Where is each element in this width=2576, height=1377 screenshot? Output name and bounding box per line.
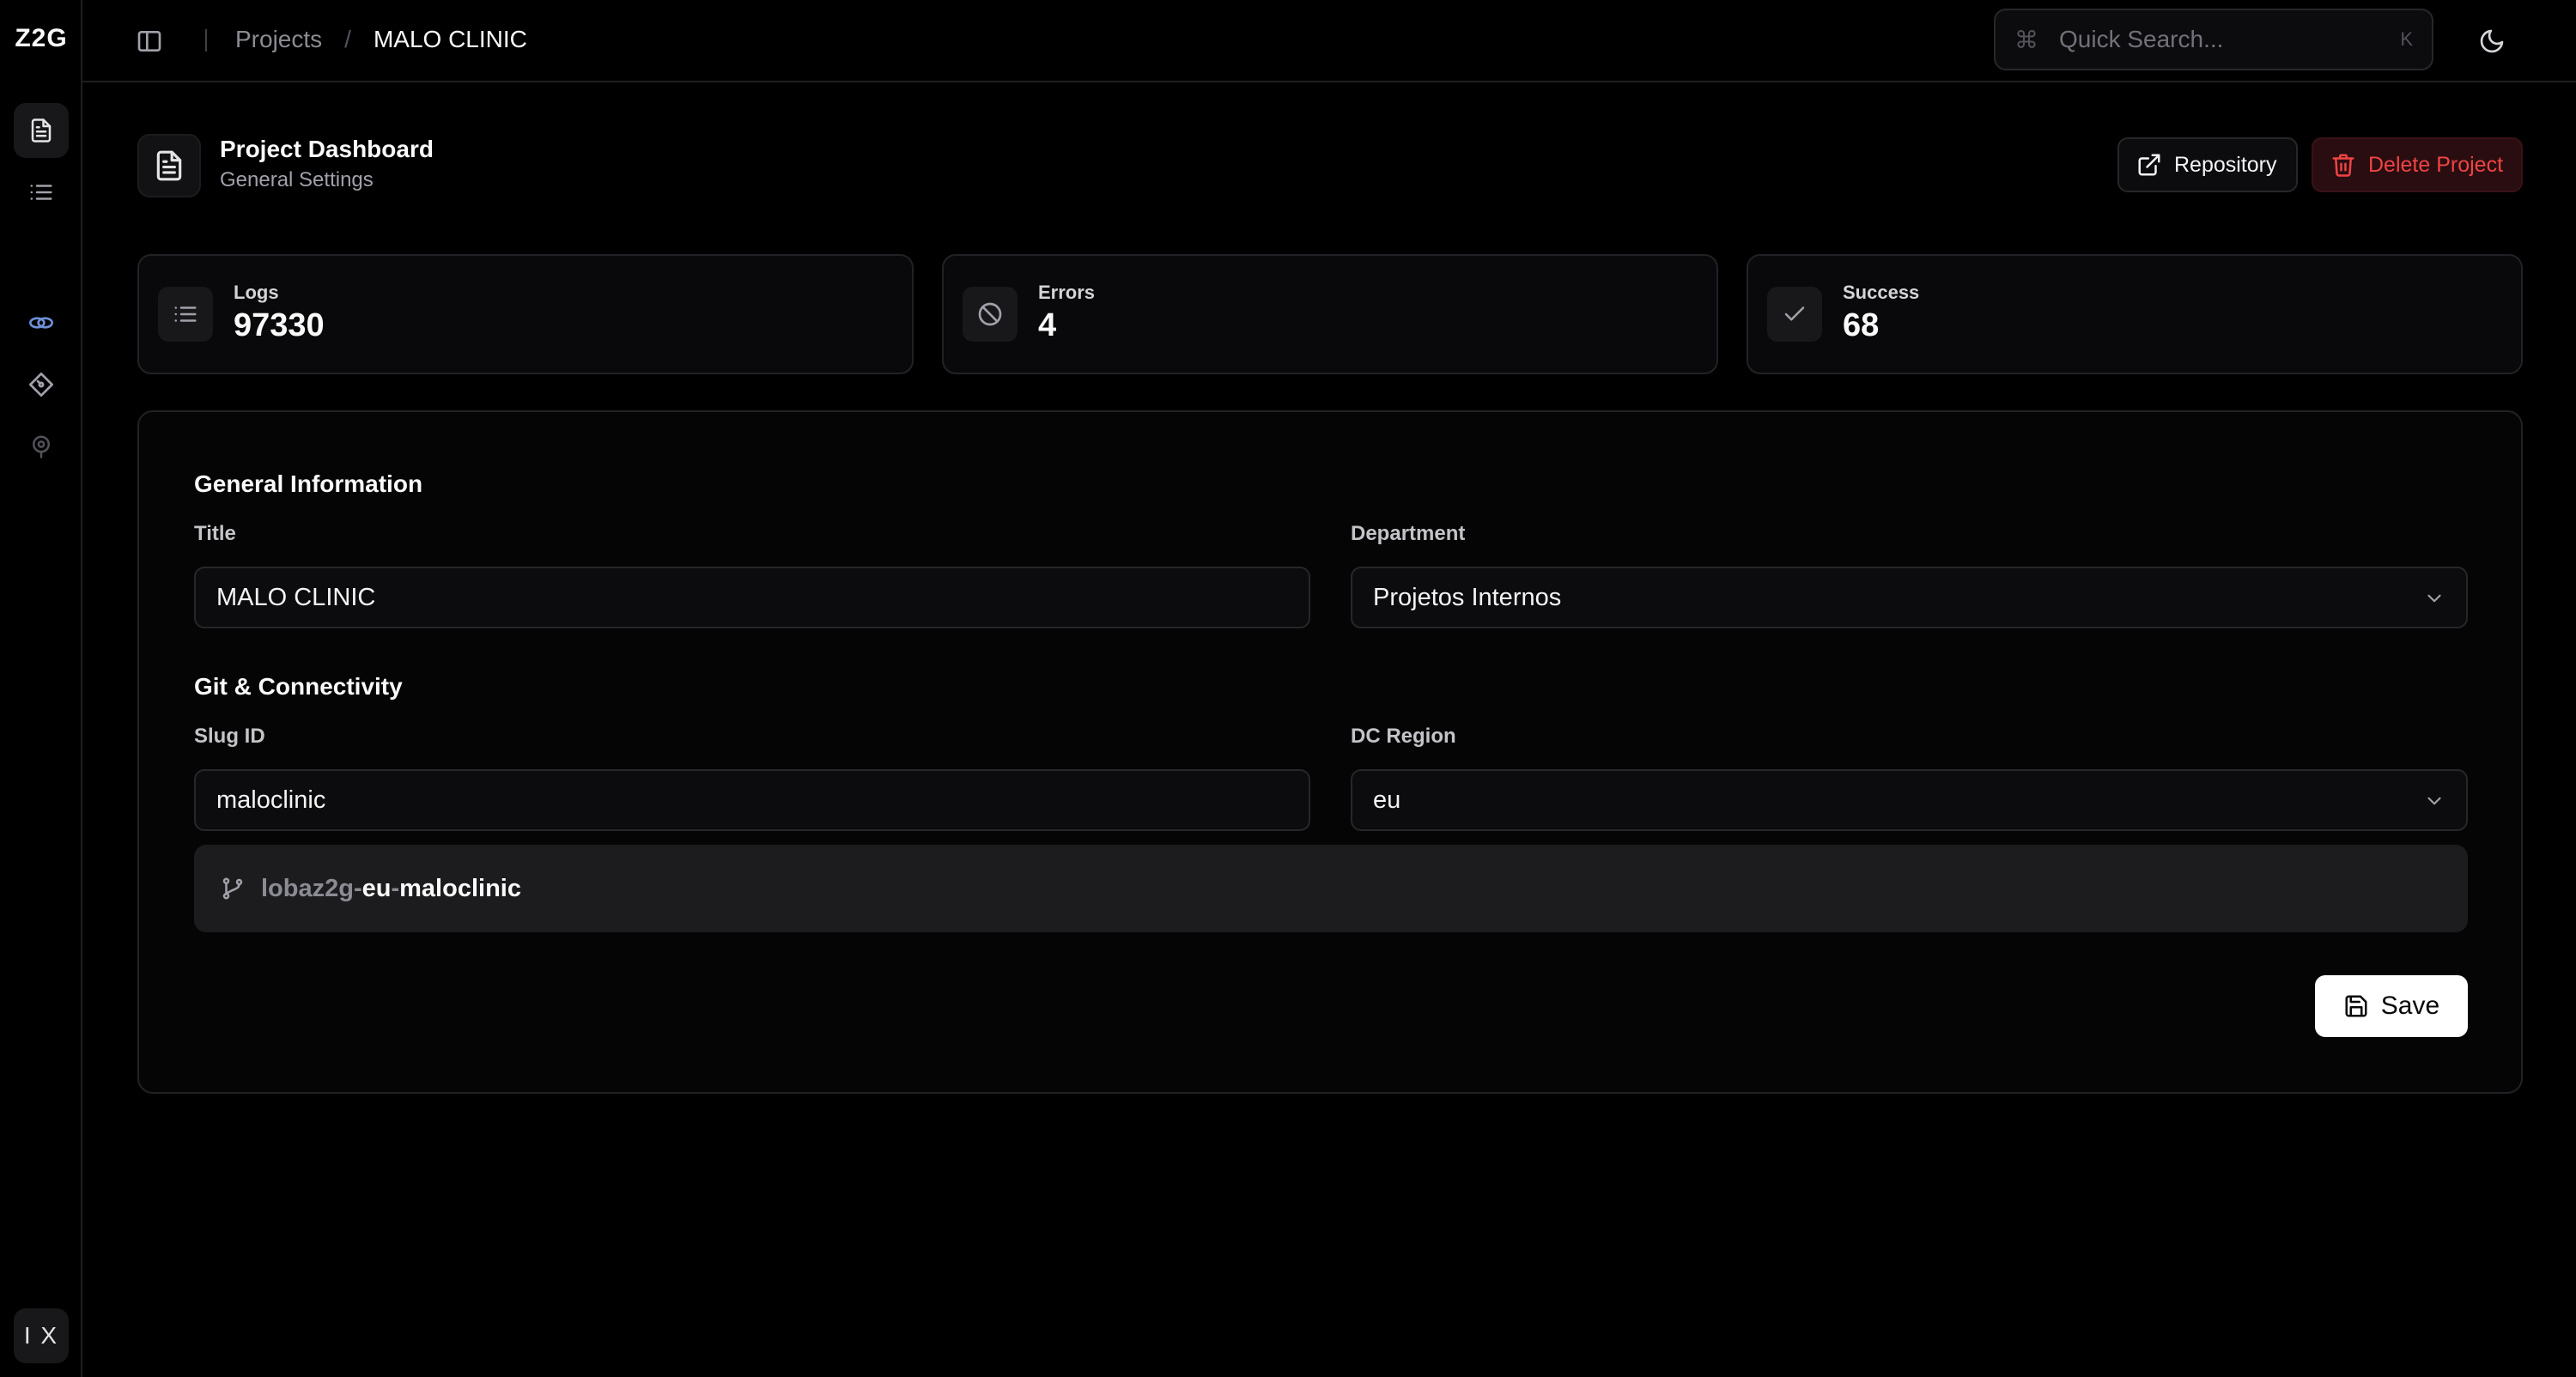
theme-toggle-button[interactable] — [2471, 21, 2512, 62]
sidebar-item-list[interactable] — [14, 165, 69, 220]
stat-value: 97330 — [234, 307, 325, 343]
repository-button-label: Repository — [2174, 152, 2277, 177]
sidebar-toggle-button[interactable] — [131, 22, 168, 60]
project-icon-tile — [137, 134, 201, 197]
moon-icon — [2478, 27, 2506, 55]
chevron-down-icon — [2423, 587, 2445, 610]
panel-left-icon — [136, 27, 163, 55]
stat-value: 4 — [1038, 307, 1057, 343]
quick-search-input[interactable]: ⌘ Quick Search... K — [1994, 9, 2433, 70]
delete-project-label: Delete Project — [2368, 152, 2504, 177]
breadcrumb-separator: / — [344, 26, 351, 52]
slug-id-label: Slug ID — [194, 725, 265, 748]
department-select[interactable]: Projetos Internos — [1351, 567, 2468, 628]
top-bar: Projects / MALO CLINIC ⌘ Quick Search...… — [82, 0, 2576, 82]
document-icon — [28, 118, 54, 143]
search-shortcut-key: K — [2400, 28, 2413, 50]
search-placeholder: Quick Search... — [2059, 26, 2224, 52]
repo-prefix: lobaz2g- — [261, 874, 362, 902]
dc-region-label: DC Region — [1351, 725, 1456, 748]
chevron-down-icon — [2423, 790, 2445, 812]
save-button[interactable]: Save — [2315, 975, 2468, 1037]
title-value: MALO CLINIC — [216, 583, 376, 611]
git-branch-icon — [220, 876, 246, 901]
repo-separator: - — [391, 874, 400, 902]
git-diamond-icon — [27, 371, 55, 398]
document-icon — [153, 149, 185, 182]
list-icon — [28, 179, 54, 205]
sidebar-rail: Z2G I X — [0, 0, 82, 1377]
dc-region-select[interactable]: eu — [1351, 769, 2468, 831]
stat-card-logs: Logs 97330 — [137, 254, 914, 374]
slug-id-field[interactable]: maloclinic — [194, 769, 1310, 831]
sidebar-item-documents[interactable] — [14, 103, 69, 158]
external-link-icon — [2136, 152, 2162, 178]
command-icon: ⌘ — [2014, 26, 2038, 53]
git-connectivity-heading: Git & Connectivity — [194, 673, 403, 700]
repo-region: eu — [361, 874, 392, 902]
delete-project-button[interactable]: Delete Project — [2312, 137, 2523, 192]
link-icon — [27, 309, 55, 337]
stat-card-success: Success 68 — [1747, 254, 2523, 374]
title-label: Title — [194, 522, 236, 545]
general-information-heading: General Information — [194, 470, 423, 497]
stat-value: 68 — [1843, 307, 1880, 343]
brand-logo[interactable]: Z2G — [0, 24, 82, 53]
dc-region-value: eu — [1373, 786, 1401, 814]
sidebar-item-git[interactable] — [14, 357, 69, 412]
slug-id-value: maloclinic — [216, 786, 326, 814]
sidebar-item-links[interactable] — [14, 295, 69, 350]
sidebar-item-location[interactable] — [14, 419, 69, 474]
stat-label: Errors — [1038, 282, 1096, 303]
ban-icon — [963, 287, 1018, 342]
breadcrumb-current: MALO CLINIC — [373, 26, 527, 52]
breadcrumb: Projects / MALO CLINIC — [235, 26, 527, 53]
stat-card-errors: Errors 4 — [942, 254, 1718, 374]
list-icon — [158, 287, 213, 342]
user-avatar[interactable]: I X — [14, 1308, 69, 1363]
save-button-label: Save — [2380, 992, 2440, 1020]
settings-panel: General Information Title MALO CLINIC De… — [137, 410, 2523, 1094]
department-value: Projetos Internos — [1373, 583, 1562, 611]
trash-icon — [2330, 152, 2356, 178]
page-subtitle: General Settings — [220, 168, 374, 191]
page-title: Project Dashboard — [220, 136, 434, 162]
department-label: Department — [1351, 522, 1466, 545]
repo-slug: maloclinic — [399, 874, 521, 902]
breadcrumb-projects-link[interactable]: Projects — [235, 26, 322, 53]
repository-name-preview: lobaz2g-eu - maloclinic — [194, 845, 2468, 932]
save-icon — [2343, 993, 2369, 1019]
divider — [205, 29, 207, 52]
stat-label: Logs — [234, 282, 279, 303]
title-field[interactable]: MALO CLINIC — [194, 567, 1310, 628]
pin-icon — [28, 434, 54, 459]
check-icon — [1767, 287, 1822, 342]
stat-label: Success — [1843, 282, 1920, 303]
repository-button[interactable]: Repository — [2117, 137, 2298, 192]
